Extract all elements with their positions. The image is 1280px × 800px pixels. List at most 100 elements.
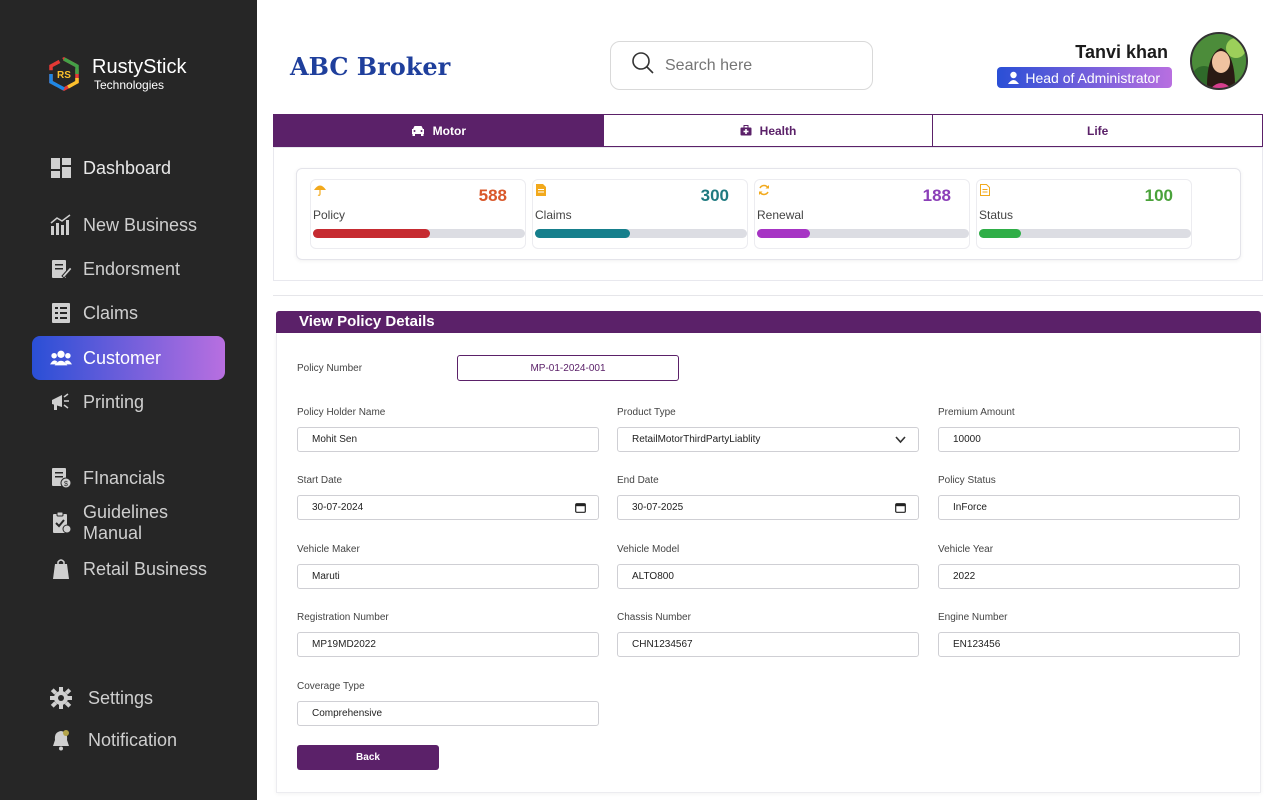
policy-details-form: Policy Number MP-01-2024-001 Policy Hold… [276, 333, 1261, 793]
vehicle-maker-field[interactable]: Maruti [297, 564, 599, 589]
sidebar-item-claims[interactable]: Claims [32, 291, 225, 335]
logo-name: RustyStick [92, 56, 187, 78]
clipboard-list-icon [50, 302, 72, 324]
stat-value: 300 [700, 186, 729, 205]
progress-fill [757, 229, 810, 238]
sidebar-item-notification[interactable]: Notification [32, 718, 225, 762]
stat-label: Claims [535, 208, 572, 222]
sidebar-item-label: Guidelines Manual [83, 502, 169, 543]
chassis-number-field[interactable]: CHN1234567 [617, 632, 919, 657]
policy-number-field[interactable]: MP-01-2024-001 [457, 355, 679, 381]
sidebar-item-label: New Business [83, 214, 198, 235]
umbrella-icon [314, 184, 326, 199]
tab-health[interactable]: Health [602, 115, 933, 146]
policy-number-label: Policy Number [297, 363, 363, 374]
sidebar-item-label: FInancials [83, 467, 166, 488]
field-label: Engine Number [938, 612, 1008, 623]
sidebar-item-label: Printing [83, 391, 145, 412]
product-type-select[interactable]: RetailMotorThirdPartyLiablity [617, 427, 919, 452]
brand-title: ABC Broker [290, 52, 451, 81]
field-label: Policy Status [938, 475, 996, 486]
sidebar-item-retail-business[interactable]: Retail Business [32, 547, 225, 591]
field-label: Product Type [617, 407, 676, 418]
sidebar: RS RustyStick Technologies Dashboard New… [0, 0, 257, 800]
progress-fill [535, 229, 631, 238]
role-badge: Head of Administrator [997, 67, 1172, 88]
sidebar-item-printing[interactable]: Printing [32, 380, 225, 424]
stat-card-status[interactable]: 100 Status [976, 179, 1192, 249]
field-label: End Date [617, 475, 659, 486]
chevron-down-icon [895, 434, 906, 445]
sidebar-item-guidelines-manual[interactable]: Guidelines Manual [32, 501, 225, 545]
end-date-field[interactable]: 30-07-2025 [617, 495, 919, 520]
field-label: Vehicle Model [617, 544, 680, 555]
engine-number-field[interactable]: EN123456 [938, 632, 1240, 657]
financial-document-icon: $ [50, 467, 72, 489]
back-button[interactable]: Back [297, 745, 439, 770]
sidebar-item-label: Endorsment [83, 258, 181, 279]
calendar-icon[interactable] [895, 502, 906, 513]
tab-motor[interactable]: Motor [274, 115, 603, 146]
stat-value: 100 [1144, 186, 1173, 205]
clipboard-check-icon [50, 512, 72, 534]
progress-track [757, 229, 969, 238]
field-label: Chassis Number [617, 612, 691, 623]
bell-icon [50, 729, 72, 751]
stat-value: 588 [478, 186, 507, 205]
sidebar-item-endorsment[interactable]: Endorsment [32, 247, 225, 291]
stats-panel: 588 Policy 300 Claims 188 Renewal 100 St… [273, 147, 1263, 281]
premium-amount-field[interactable]: 10000 [938, 427, 1240, 452]
sidebar-item-customer[interactable]: Customer [32, 336, 225, 380]
search-box[interactable] [610, 41, 873, 90]
policy-holder-name-field[interactable]: Mohit Sen [297, 427, 599, 452]
progress-fill [979, 229, 1022, 238]
sidebar-item-label: Retail Business [83, 558, 208, 579]
user-badge-icon [1007, 71, 1020, 84]
field-label: Start Date [297, 475, 343, 486]
section-divider [273, 295, 1263, 296]
sidebar-item-new-business[interactable]: New Business [32, 203, 225, 247]
progress-track [313, 229, 525, 238]
search-input[interactable] [665, 56, 855, 75]
vehicle-model-field[interactable]: ALTO800 [617, 564, 919, 589]
sidebar-item-dashboard[interactable]: Dashboard [32, 146, 225, 190]
role-label: Head of Administrator [1025, 69, 1160, 86]
insurance-type-tabs: Motor Health Life [273, 114, 1263, 147]
car-icon [411, 125, 425, 136]
date-value: 30-07-2024 [312, 502, 364, 513]
field-label: Premium Amount [938, 407, 1015, 418]
avatar[interactable] [1190, 32, 1248, 90]
field-label: Policy Holder Name [297, 407, 386, 418]
calendar-icon[interactable] [575, 502, 586, 513]
coverage-type-field[interactable]: Comprehensive [297, 701, 599, 726]
refresh-icon [758, 184, 770, 199]
vehicle-year-field[interactable]: 2022 [938, 564, 1240, 589]
stat-card-claims[interactable]: 300 Claims [532, 179, 748, 249]
policy-status-field[interactable]: InForce [938, 495, 1240, 520]
sidebar-item-settings[interactable]: Settings [32, 676, 225, 720]
select-value: RetailMotorThirdPartyLiablity [632, 434, 761, 445]
field-label: Coverage Type [297, 681, 365, 692]
medical-kit-icon [740, 125, 752, 136]
user-name: Tanvi khan [1075, 42, 1168, 62]
document-icon [536, 184, 546, 199]
search-icon [631, 51, 655, 80]
chart-icon [50, 214, 72, 236]
rustystick-logo-icon: RS [46, 56, 82, 92]
sidebar-item-label: Claims [83, 302, 139, 323]
registration-number-field[interactable]: MP19MD2022 [297, 632, 599, 657]
stat-card-policy[interactable]: 588 Policy [310, 179, 526, 249]
stat-label: Status [979, 208, 1014, 222]
field-label: Vehicle Year [938, 544, 994, 555]
field-label: Vehicle Maker [297, 544, 360, 555]
start-date-field[interactable]: 30-07-2024 [297, 495, 599, 520]
stat-card-renewal[interactable]: 188 Renewal [754, 179, 970, 249]
stat-label: Policy [313, 208, 346, 222]
stat-value: 188 [922, 186, 951, 205]
tab-life[interactable]: Life [932, 115, 1263, 146]
sidebar-item-financials[interactable]: $ FInancials [32, 456, 225, 500]
progress-track [979, 229, 1191, 238]
svg-text:RS: RS [57, 70, 71, 81]
logo-subtitle: Technologies [94, 78, 165, 92]
company-logo[interactable]: RS RustyStick Technologies [46, 56, 186, 92]
